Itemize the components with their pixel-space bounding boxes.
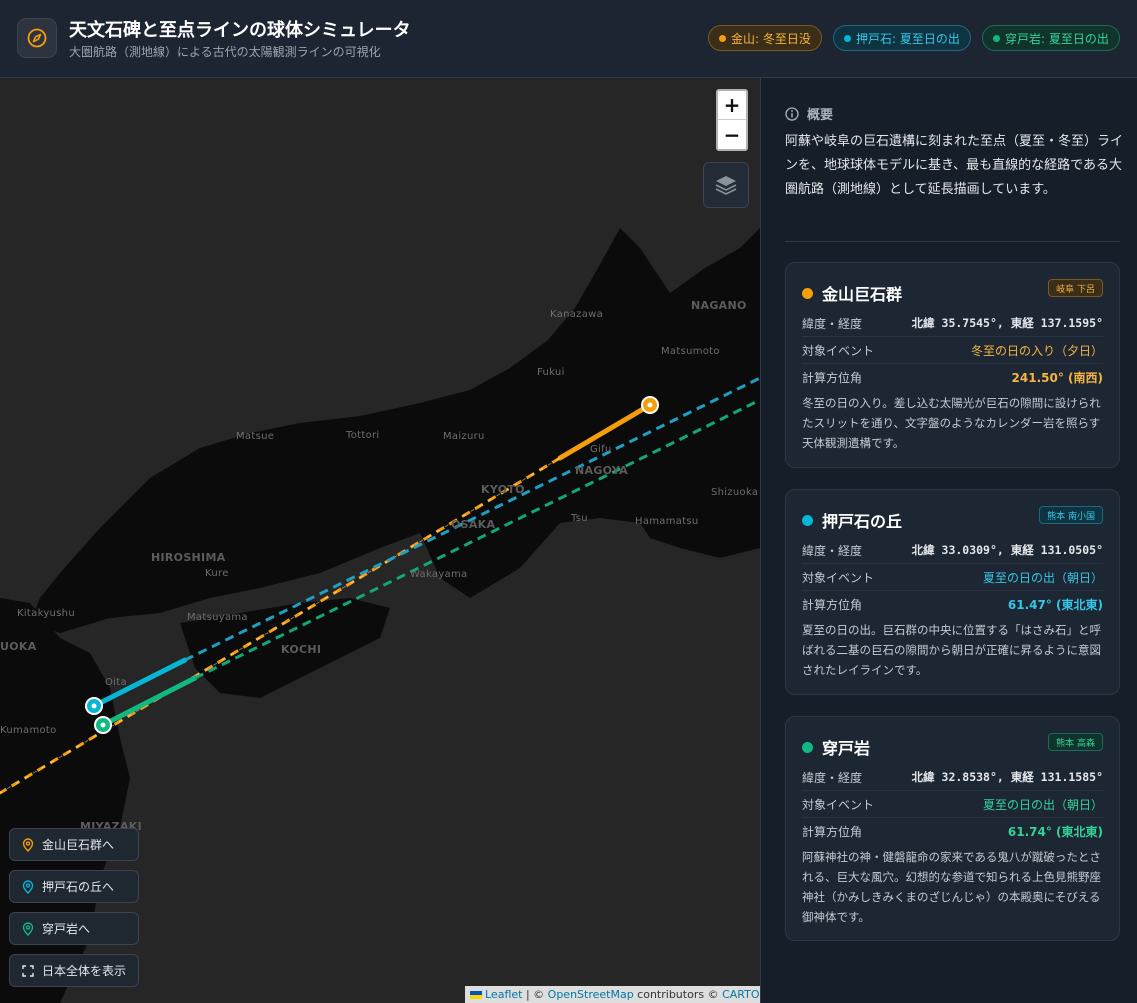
badge-kanayama[interactable]: 金山: 冬至日没 bbox=[708, 25, 822, 51]
site-description: 阿蘇神社の神・健磐龍命の家来である鬼八が蹴破ったとされる、巨大な風穴。幻想的な参… bbox=[802, 850, 1101, 924]
map-label: Tottori bbox=[346, 430, 380, 441]
status-dot-icon bbox=[993, 34, 1000, 42]
map-label: Kanazawa bbox=[550, 309, 604, 320]
status-dot-icon bbox=[719, 34, 726, 42]
attribution-text: | © bbox=[522, 988, 548, 1001]
map-label: Oita bbox=[105, 677, 127, 688]
goto-kanayama-button[interactable]: 金山巨石群へ bbox=[9, 828, 139, 861]
site-color-dot-icon bbox=[802, 287, 813, 299]
badge-label: 金山: 冬至日没 bbox=[731, 31, 811, 46]
site-card-ugatoiwa[interactable]: 穿戸岩 熊本 高森 緯度・経度 北緯 32.8538°, 東経 131.1585°… bbox=[785, 716, 1120, 941]
map-label: Gifu bbox=[590, 444, 612, 455]
site-color-dot-icon bbox=[802, 741, 813, 753]
map-label: Matsuyama bbox=[187, 612, 248, 623]
map-label: Tsu bbox=[571, 513, 588, 524]
nav-button-label: 押戸石の丘へ bbox=[42, 880, 115, 894]
azimuth-row: 計算方位角 61.74° (東北東) bbox=[802, 825, 1103, 839]
marker-oshitoishi[interactable] bbox=[85, 697, 103, 715]
map-label: Kumamoto bbox=[0, 725, 57, 736]
page-subtitle: 大圏航路（測地線）による古代の太陽観測ラインの可視化 bbox=[69, 45, 381, 59]
ukraine-flag-icon bbox=[470, 990, 482, 999]
site-card-oshitoishi[interactable]: 押戸石の丘 熊本 南小国 緯度・経度 北緯 33.0309°, 東経 131.05… bbox=[785, 489, 1120, 695]
site-description: 夏至の日の出。巨石群の中央に位置する「はさみ石」と呼ばれる二基の巨石の隙間から朝… bbox=[802, 623, 1101, 677]
badge-label: 押戸石: 夏至日の出 bbox=[856, 31, 960, 46]
map-label: OSAKA bbox=[451, 518, 496, 531]
goto-ugatoiwa-button[interactable]: 穿戸岩へ bbox=[9, 912, 139, 945]
overview-text: 阿蘇や岐阜の巨石遺構に刻まれた至点（夏至・冬至）ラインを、地球球体モデルに基き、… bbox=[785, 134, 1124, 197]
site-name: 押戸石の丘 bbox=[802, 508, 902, 532]
event-row: 対象イベント 夏至の日の出（朝日） bbox=[802, 791, 1103, 818]
nav-button-label: 日本全体を表示 bbox=[42, 964, 127, 978]
badge-label: 穿戸岩: 夏至日の出 bbox=[1005, 31, 1109, 46]
marker-ugatoiwa[interactable] bbox=[94, 716, 112, 734]
map-label: Wakayama bbox=[410, 569, 468, 580]
coord-row: 緯度・経度 北緯 35.7545°, 東経 137.1595° bbox=[802, 310, 1103, 337]
leaflet-link[interactable]: Leaflet bbox=[485, 988, 522, 1001]
coord-row: 緯度・経度 北緯 32.8538°, 東経 131.1585° bbox=[802, 764, 1103, 791]
compass-logo-icon bbox=[17, 18, 57, 58]
info-icon bbox=[785, 106, 799, 121]
map-label: Maizuru bbox=[443, 431, 485, 442]
event-row: 対象イベント 冬至の日の入り（夕日） bbox=[802, 337, 1103, 364]
map-attribution: Leaflet | © OpenStreetMap contributors ©… bbox=[465, 986, 760, 1003]
divider bbox=[785, 241, 1120, 242]
attribution-text: contributors © bbox=[633, 988, 723, 1001]
map-label: Fukui bbox=[537, 367, 565, 378]
marker-kanayama[interactable] bbox=[641, 396, 659, 414]
map-label: Hamamatsu bbox=[635, 516, 699, 527]
map-label: Matsue bbox=[236, 431, 275, 442]
azimuth-row: 計算方位角 61.47° (東北東) bbox=[802, 598, 1103, 612]
zoom-out-button[interactable]: − bbox=[718, 120, 746, 149]
site-tag: 熊本 高森 bbox=[1048, 733, 1103, 751]
show-all-japan-button[interactable]: 日本全体を表示 bbox=[9, 954, 139, 987]
map-label: Kitakyushu bbox=[17, 608, 75, 619]
map-label: Kure bbox=[205, 568, 229, 579]
map-label: UOKA bbox=[0, 640, 37, 653]
map-label: Shizuoka bbox=[711, 487, 759, 498]
zoom-in-button[interactable]: + bbox=[718, 91, 746, 120]
overview-title: 概要 bbox=[807, 108, 834, 123]
site-card-kanayama[interactable]: 金山巨石群 岐阜 下呂 緯度・経度 北緯 35.7545°, 東経 137.159… bbox=[785, 262, 1120, 468]
site-color-dot-icon bbox=[802, 514, 813, 526]
badge-oshitoishi[interactable]: 押戸石: 夏至日の出 bbox=[833, 25, 971, 51]
site-tag: 熊本 南小国 bbox=[1039, 506, 1103, 524]
map-label: KOCHI bbox=[281, 643, 322, 656]
event-row: 対象イベント 夏至の日の出（朝日） bbox=[802, 564, 1103, 591]
azimuth-row: 計算方位角 241.50° (南西) bbox=[802, 371, 1103, 385]
map-label: Matsumoto bbox=[661, 346, 720, 357]
map-label: NAGANO bbox=[691, 299, 747, 312]
osm-link[interactable]: OpenStreetMap bbox=[548, 988, 634, 1001]
site-name: 金山巨石群 bbox=[802, 281, 902, 305]
app-header: 天文石碑と至点ラインの球体シミュレータ 大圏航路（測地線）による古代の太陽観測ラ… bbox=[0, 0, 1137, 78]
status-dot-icon bbox=[844, 34, 851, 42]
map-view[interactable]: NAGANO Kanazawa Matsumoto Fukui Tottori … bbox=[0, 78, 760, 1003]
page-title: 天文石碑と至点ラインの球体シミュレータ bbox=[69, 20, 411, 41]
map-pin-icon bbox=[22, 879, 34, 894]
fullscreen-icon bbox=[22, 964, 34, 977]
site-name: 穿戸岩 bbox=[802, 735, 870, 759]
zoom-control: + − bbox=[716, 89, 748, 151]
layers-icon bbox=[715, 176, 737, 195]
site-tag: 岐阜 下呂 bbox=[1048, 279, 1103, 297]
map-label: HIROSHIMA bbox=[151, 551, 226, 564]
overview-heading: 概要 bbox=[785, 104, 833, 123]
map-basemap bbox=[0, 78, 760, 1003]
info-panel[interactable]: 概要 阿蘇や岐阜の巨石遺構に刻まれた至点（夏至・冬至）ラインを、地球球体モデルに… bbox=[760, 78, 1137, 1003]
map-label: KYOTO bbox=[481, 483, 525, 496]
nav-button-label: 金山巨石群へ bbox=[42, 838, 115, 852]
goto-oshitoishi-button[interactable]: 押戸石の丘へ bbox=[9, 870, 139, 903]
map-pin-icon bbox=[22, 837, 34, 852]
site-description: 冬至の日の入り。差し込む太陽光が巨石の隙間に設けられたスリットを通り、文字盤のよ… bbox=[802, 396, 1101, 450]
map-label: NAGOYA bbox=[575, 464, 628, 477]
map-pin-icon bbox=[22, 921, 34, 936]
badge-ugatoiwa[interactable]: 穿戸岩: 夏至日の出 bbox=[982, 25, 1120, 51]
nav-button-label: 穿戸岩へ bbox=[42, 922, 91, 936]
layers-button[interactable] bbox=[703, 162, 749, 208]
coord-row: 緯度・経度 北緯 33.0309°, 東経 131.0505° bbox=[802, 537, 1103, 564]
carto-link[interactable]: CARTO bbox=[722, 988, 759, 1001]
